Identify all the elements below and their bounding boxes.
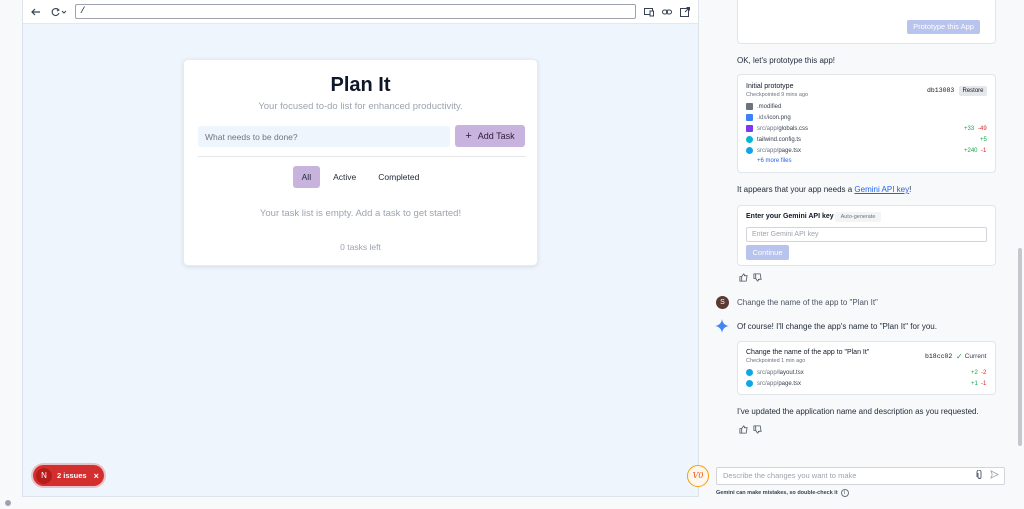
css-file-icon bbox=[746, 125, 753, 132]
check-icon: ✓ bbox=[956, 352, 963, 361]
app-root: / Plan It Your focused to-do list for en… bbox=[0, 0, 1024, 509]
filter-active[interactable]: Active bbox=[324, 166, 365, 188]
checkpoint-time: Checkpointed 9 mins ago bbox=[746, 92, 809, 98]
send-icon[interactable] bbox=[990, 470, 1000, 481]
auto-generate-button[interactable]: Auto-generate bbox=[835, 212, 881, 222]
thumbs-up-icon[interactable] bbox=[739, 425, 748, 436]
gemini-api-key-link[interactable]: Gemini API key bbox=[854, 185, 909, 194]
divider bbox=[198, 156, 526, 157]
assistant-message-prototype: OK, let's prototype this app! bbox=[737, 56, 836, 65]
file-row[interactable]: tailwind.config.ts bbox=[746, 135, 801, 144]
additions-count: +1 bbox=[971, 381, 978, 387]
file-icon bbox=[746, 103, 753, 110]
todo-card: Plan It Your focused to-do list for enha… bbox=[183, 59, 538, 266]
assistant-message-api: It appears that your app needs a Gemini … bbox=[737, 185, 912, 194]
filter-tabs: All Active Completed bbox=[184, 166, 537, 188]
file-row[interactable]: src/app/page.tsx bbox=[746, 146, 801, 155]
thumbs-down-icon[interactable] bbox=[753, 273, 762, 284]
empty-state-message: Your task list is empty. Add a task to g… bbox=[259, 208, 462, 219]
current-status: ✓ Current bbox=[956, 352, 987, 361]
attach-icon[interactable] bbox=[976, 469, 983, 482]
file-row[interactable]: src/app/layout.tsx bbox=[746, 368, 804, 377]
assistant-message-done: I've updated the application name and de… bbox=[737, 407, 979, 416]
info-icon[interactable]: i bbox=[840, 489, 849, 497]
additions-count: +240 bbox=[964, 148, 978, 154]
assistant-message-reply: Of course! I'll change the app's name to… bbox=[737, 322, 937, 331]
react-file-icon bbox=[746, 380, 753, 387]
close-icon[interactable]: × bbox=[94, 471, 99, 481]
continue-button[interactable]: Continue bbox=[746, 245, 789, 260]
tasks-left-count: 0 tasks left bbox=[340, 242, 381, 252]
prototype-button[interactable]: Prototype this App bbox=[907, 20, 980, 34]
open-external-icon[interactable] bbox=[678, 5, 692, 19]
nextjs-icon: N bbox=[36, 467, 52, 484]
add-task-button[interactable]: + Add Task bbox=[455, 125, 525, 147]
file-row[interactable]: src/app/globals.css bbox=[746, 124, 808, 133]
user-avatar: S bbox=[716, 296, 729, 309]
checkpoint-hash: db13083 bbox=[927, 87, 955, 94]
chat-input[interactable]: Describe the changes you want to make bbox=[716, 467, 1005, 485]
preview-toolbar: / bbox=[23, 0, 698, 24]
thumbs-down-icon[interactable] bbox=[753, 425, 762, 436]
url-field[interactable]: / bbox=[75, 4, 636, 19]
checkpoint-time: Checkpointed 1 min ago bbox=[746, 358, 806, 364]
additions-count: +2 bbox=[971, 370, 978, 376]
restore-button[interactable]: Restore bbox=[959, 86, 987, 96]
issues-label: 2 issues bbox=[57, 471, 87, 480]
app-title: Plan It bbox=[330, 74, 391, 96]
user-message: Change the name of the app to "Plan It" bbox=[737, 298, 878, 307]
file-row[interactable]: .modified bbox=[746, 102, 781, 111]
file-row[interactable]: src/app/page.tsx bbox=[746, 379, 801, 388]
thumbs-up-icon[interactable] bbox=[739, 273, 748, 284]
chat-input-placeholder: Describe the changes you want to make bbox=[723, 471, 857, 480]
react-file-icon bbox=[746, 147, 753, 154]
checkpoint-title: Initial prototype bbox=[746, 83, 794, 90]
more-files-link[interactable]: +6 more files bbox=[757, 158, 792, 164]
link-icon[interactable] bbox=[660, 5, 674, 19]
app-logo: V0 bbox=[687, 465, 709, 487]
file-row[interactable]: .idx/icon.png bbox=[746, 113, 791, 122]
image-file-icon bbox=[746, 114, 753, 121]
chat-scrollbar[interactable] bbox=[1018, 248, 1022, 446]
back-arrow-icon[interactable] bbox=[29, 5, 43, 19]
api-key-title: Enter your Gemini API key bbox=[746, 213, 834, 220]
api-key-input[interactable]: Enter Gemini API key bbox=[746, 227, 987, 242]
react-file-icon bbox=[746, 369, 753, 376]
status-dot bbox=[5, 500, 11, 506]
issues-badge[interactable]: N 2 issues × bbox=[33, 465, 104, 486]
additions-count: +5 bbox=[980, 137, 987, 143]
add-task-label: Add Task bbox=[477, 131, 515, 141]
gemini-sparkle-icon bbox=[715, 319, 729, 333]
device-preview-icon[interactable] bbox=[642, 5, 656, 19]
task-input[interactable] bbox=[198, 126, 450, 147]
checkpoint-title: Change the name of the app to "Plan It" bbox=[746, 349, 870, 356]
app-subtitle: Your focused to-do list for enhanced pro… bbox=[258, 101, 463, 112]
filter-completed[interactable]: Completed bbox=[369, 166, 428, 188]
deletions-count: -49 bbox=[978, 126, 987, 132]
deletions-count: -1 bbox=[981, 381, 987, 387]
filter-all[interactable]: All bbox=[292, 166, 321, 188]
checkpoint-hash: b18cc02 bbox=[925, 353, 953, 360]
preview-pane: / Plan It Your focused to-do list for en… bbox=[22, 0, 699, 497]
reload-icon[interactable] bbox=[49, 5, 69, 19]
plus-icon: + bbox=[465, 130, 472, 142]
tailwind-icon bbox=[746, 136, 753, 143]
disclaimer: Gemini can make mistakes, so double-chec… bbox=[716, 489, 849, 497]
app-canvas: Plan It Your focused to-do list for enha… bbox=[23, 24, 698, 496]
deletions-count: -2 bbox=[981, 370, 987, 376]
deletions-count: -1 bbox=[981, 148, 987, 154]
additions-count: +33 bbox=[964, 126, 975, 132]
